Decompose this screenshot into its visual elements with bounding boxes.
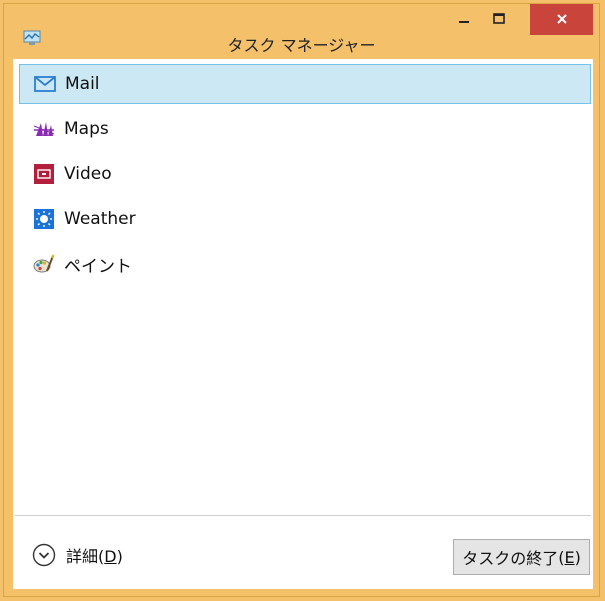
title-bar[interactable]: タスク マネージャー <box>4 4 599 58</box>
maximize-button[interactable] <box>484 4 514 35</box>
list-item-label: ペイント <box>64 256 132 277</box>
details-text: 詳細 <box>66 547 99 566</box>
list-item-video[interactable]: Video <box>19 154 591 194</box>
chevron-down-icon <box>32 543 56 567</box>
close-button[interactable] <box>530 4 593 35</box>
list-item-mail[interactable]: Mail <box>19 64 591 104</box>
task-manager-content: Mail Maps Video Weather ペイント 詳細(D) タスクの終… <box>13 59 593 589</box>
weather-icon <box>32 207 56 231</box>
footer-divider <box>15 515 591 516</box>
details-button[interactable]: 詳細(D) <box>32 543 123 567</box>
close-icon <box>556 10 568 29</box>
window-title: タスク マネージャー <box>227 36 376 55</box>
paint-icon <box>32 252 56 276</box>
list-item-label: Video <box>64 164 112 184</box>
end-task-accelerator: E <box>564 547 575 567</box>
minimize-button[interactable] <box>449 4 479 35</box>
mail-icon <box>33 72 57 96</box>
list-item-paint[interactable]: ペイント <box>19 244 591 284</box>
list-item-label: Maps <box>64 119 109 139</box>
list-item-label: Weather <box>64 209 136 229</box>
minimize-icon <box>458 10 470 29</box>
app-list[interactable]: Mail Maps Video Weather ペイント <box>13 59 593 515</box>
maps-icon <box>32 117 56 141</box>
list-item-label: Mail <box>65 74 100 94</box>
list-item-weather[interactable]: Weather <box>19 199 591 239</box>
video-icon <box>32 162 56 186</box>
end-task-button[interactable]: タスクの終了(E) <box>453 539 590 575</box>
maximize-icon <box>493 10 505 29</box>
list-item-maps[interactable]: Maps <box>19 109 591 149</box>
details-accelerator: D <box>104 547 117 566</box>
end-task-text: タスクの終了 <box>462 549 559 568</box>
details-label: 詳細(D) <box>66 547 123 566</box>
task-manager-window: タスク マネージャー Mail Maps Video Weather ペイント … <box>3 3 600 597</box>
